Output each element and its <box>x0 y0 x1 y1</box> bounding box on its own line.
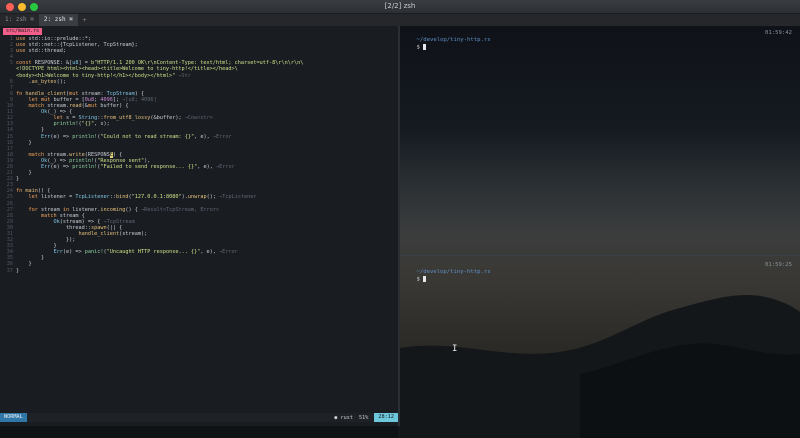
terminal-panes[interactable]: ~/develop/tiny-http.rs 01:59:42 $ ~/deve… <box>400 26 800 438</box>
code-text: use std::thread; <box>16 48 66 55</box>
editor-pane[interactable]: src/main.rs 1 use std::io::prelude::*; 2 us… <box>0 26 398 426</box>
window-title: [2/2] zsh <box>384 2 416 10</box>
terminal-bottom-path: ~/develop/tiny-http.rs <box>416 269 491 275</box>
filetype-indicator: ● rust <box>334 414 353 421</box>
terminal-top-time: 01:59:42 <box>765 30 792 36</box>
code-text: Err(e) => println!("Could not to read st… <box>41 133 232 140</box>
code-text: } <box>16 267 20 274</box>
code-text: Err(e) => println!("Failed to send respo… <box>41 163 235 170</box>
tab-1[interactable]: 1: zsh ⌘ <box>0 14 39 26</box>
code-text: } <box>16 139 32 146</box>
status-line: NORMAL ● rust 51% 28:12 <box>0 413 398 422</box>
code-text: } <box>16 176 20 183</box>
command-line[interactable] <box>0 426 398 438</box>
text-cursor-icon: I <box>452 344 458 354</box>
background-image <box>400 295 800 438</box>
terminal-top-prompt-row[interactable]: $ <box>403 37 427 59</box>
terminal-split-divider[interactable] <box>400 255 800 256</box>
scroll-percent: 51% <box>359 414 369 421</box>
terminal-bottom-prompt: $ <box>416 276 420 283</box>
file-name-label: src/main.rs <box>3 28 43 35</box>
terminal-top-path: ~/develop/tiny-http.rs <box>416 37 491 43</box>
code-area[interactable]: 1 use std::io::prelude::*; 2 use std::net::… <box>0 36 398 274</box>
new-tab-button[interactable]: + <box>78 17 92 24</box>
cursor-position: 28:12 <box>374 413 398 422</box>
code-text: let listener = TcpListener::bind("127.0.… <box>28 194 257 201</box>
line-number: 37 <box>6 267 13 274</box>
terminal-bottom-time: 01:59:25 <box>765 262 792 268</box>
code-line[interactable]: 37} <box>0 268 398 274</box>
code-text: Err(e) => panic!("Uncaught HTTP response… <box>53 249 238 256</box>
title-bar: [2/2] zsh <box>0 0 800 14</box>
terminal-bottom-cursor <box>423 276 427 282</box>
mode-indicator: NORMAL <box>0 413 27 422</box>
terminal-top-cursor <box>423 44 427 50</box>
tab-bar: 1: zsh ⌘ 2: zsh ⌘ + <box>0 14 800 26</box>
terminal-bottom-prompt-row[interactable]: $ <box>403 269 427 291</box>
terminal-top-prompt: $ <box>416 44 420 51</box>
tab-2[interactable]: 2: zsh ⌘ <box>38 14 78 26</box>
code-text: .as_bytes(); <box>16 78 66 85</box>
